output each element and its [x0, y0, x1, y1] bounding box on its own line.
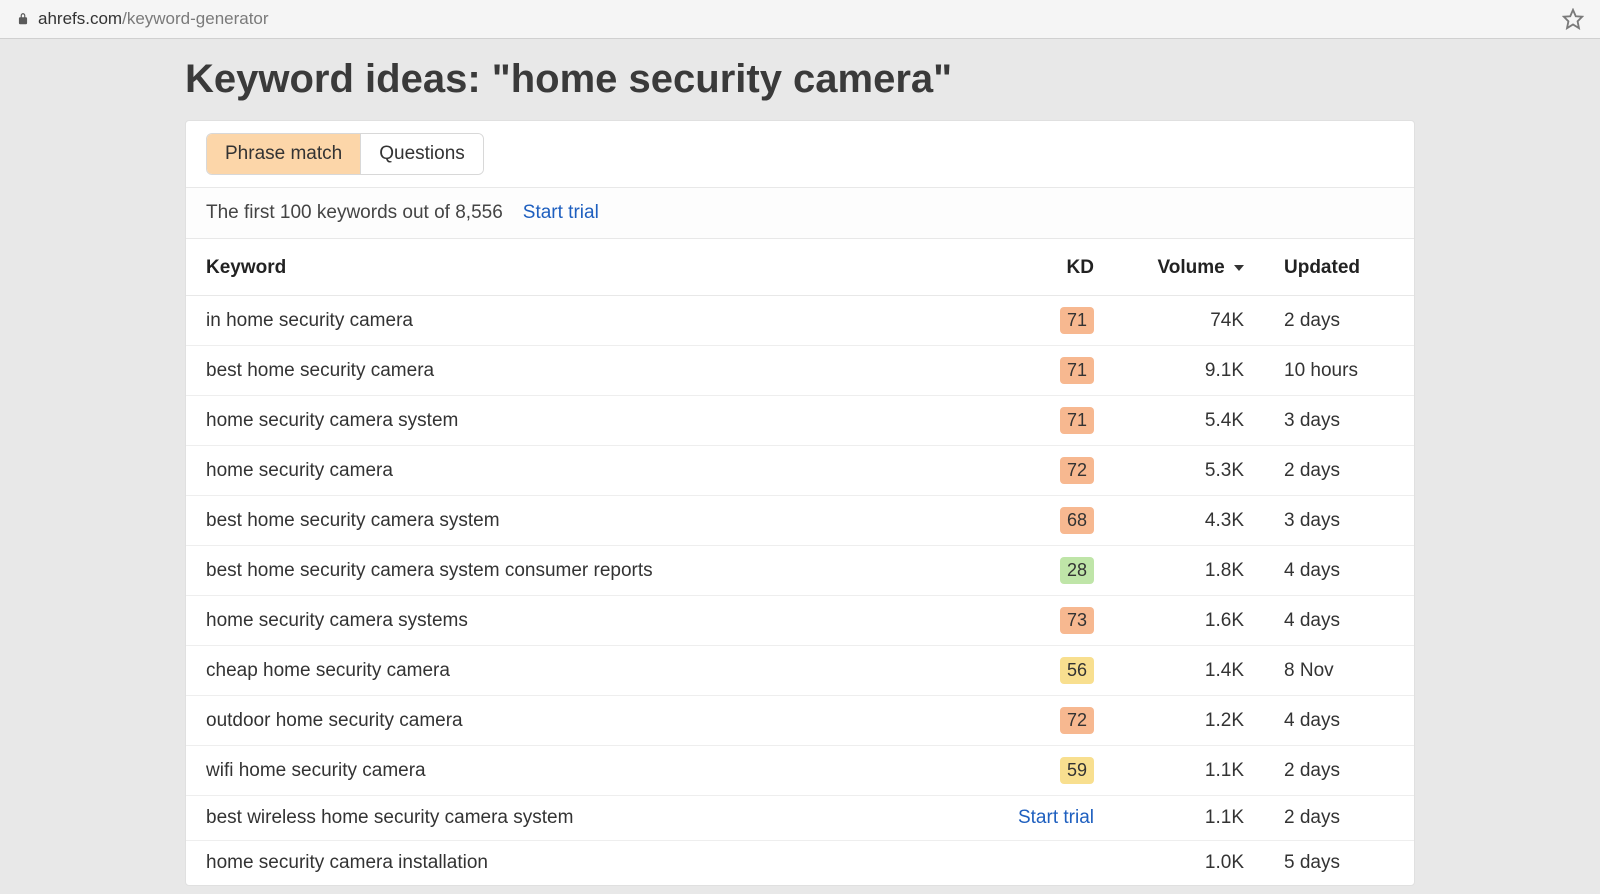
kd-cell: 59: [974, 746, 1114, 796]
col-kd[interactable]: KD: [974, 239, 1114, 296]
kd-cell: 71: [974, 296, 1114, 346]
keyword-cell[interactable]: wifi home security camera: [186, 746, 974, 796]
keyword-cell[interactable]: home security camera: [186, 446, 974, 496]
kd-cell: 73: [974, 596, 1114, 646]
kd-cell: 68: [974, 496, 1114, 546]
volume-cell: 1.2K: [1114, 696, 1264, 746]
kd-badge: 71: [1060, 307, 1094, 334]
kd-badge: 68: [1060, 507, 1094, 534]
keyword-cell[interactable]: in home security camera: [186, 296, 974, 346]
tabs-row: Phrase match Questions: [186, 121, 1414, 187]
url-display: ahrefs.com/keyword-generator: [16, 9, 269, 29]
table-row: best wireless home security camera syste…: [186, 796, 1414, 841]
volume-cell: 4.3K: [1114, 496, 1264, 546]
table-row: best home security camera 71 9.1K10 hours: [186, 346, 1414, 396]
tab-questions[interactable]: Questions: [360, 134, 483, 174]
table-row: wifi home security camera 59 1.1K2 days: [186, 746, 1414, 796]
start-trial-link[interactable]: Start trial: [523, 202, 599, 224]
col-volume-label: Volume: [1158, 257, 1225, 278]
table-row: outdoor home security camera 72 1.2K4 days: [186, 696, 1414, 746]
volume-cell: 1.1K: [1114, 746, 1264, 796]
summary-row: The first 100 keywords out of 8,556 Star…: [186, 187, 1414, 239]
keyword-cell[interactable]: home security camera installation: [186, 841, 974, 886]
col-keyword[interactable]: Keyword: [186, 239, 974, 296]
kd-badge: 56: [1060, 657, 1094, 684]
volume-cell: 9.1K: [1114, 346, 1264, 396]
table-row: home security camera 72 5.3K2 days: [186, 446, 1414, 496]
keyword-cell[interactable]: outdoor home security camera: [186, 696, 974, 746]
col-volume[interactable]: Volume: [1114, 239, 1264, 296]
kd-cell: [974, 841, 1114, 886]
keyword-text: best wireless home security camera syste…: [206, 807, 573, 829]
updated-cell: 2 days: [1264, 296, 1414, 346]
kd-badge: 71: [1060, 357, 1094, 384]
table-row: best home security camera system 68 4.3K3 …: [186, 496, 1414, 546]
col-updated[interactable]: Updated: [1264, 239, 1414, 296]
tab-phrase-match[interactable]: Phrase match: [207, 134, 360, 174]
kd-badge: 28: [1060, 557, 1094, 584]
volume-cell: 1.4K: [1114, 646, 1264, 696]
page-title: Keyword ideas: "home security camera": [185, 47, 1415, 120]
updated-cell: 2 days: [1264, 446, 1414, 496]
bookmark-star-icon[interactable]: [1562, 8, 1584, 30]
table-row: home security camera installation 1.0K5 d…: [186, 841, 1414, 886]
kd-cell: 56: [974, 646, 1114, 696]
updated-cell: 3 days: [1264, 396, 1414, 446]
keyword-cell[interactable]: best wireless home security camera syste…: [186, 796, 974, 841]
table-row: home security camera systems 73 1.6K4 days: [186, 596, 1414, 646]
volume-cell: 5.3K: [1114, 446, 1264, 496]
keyword-cell[interactable]: cheap home security camera: [186, 646, 974, 696]
volume-cell: 1.6K: [1114, 596, 1264, 646]
kd-cell: 72: [974, 446, 1114, 496]
updated-cell: 4 days: [1264, 596, 1414, 646]
volume-cell: 1.0K: [1114, 841, 1264, 886]
kd-badge: 72: [1060, 707, 1094, 734]
table-header-row: Keyword KD Volume Updated: [186, 239, 1414, 296]
table-row: best home security camera system consume…: [186, 546, 1414, 596]
updated-cell: 10 hours: [1264, 346, 1414, 396]
browser-address-bar: ahrefs.com/keyword-generator: [0, 0, 1600, 39]
kd-cell: 72: [974, 696, 1114, 746]
sort-desc-icon: [1234, 265, 1244, 271]
updated-cell: 2 days: [1264, 746, 1414, 796]
kd-cell: 71: [974, 396, 1114, 446]
table-row: cheap home security camera 56 1.4K8 Nov: [186, 646, 1414, 696]
summary-text: The first 100 keywords out of 8,556: [206, 202, 503, 224]
url-path: /keyword-generator: [122, 9, 268, 28]
url-domain: ahrefs.com: [38, 9, 122, 28]
updated-cell: 3 days: [1264, 496, 1414, 546]
updated-cell: 2 days: [1264, 796, 1414, 841]
start-trial-inline[interactable]: Start trial: [1018, 807, 1094, 828]
updated-cell: 8 Nov: [1264, 646, 1414, 696]
kd-badge: 72: [1060, 457, 1094, 484]
kd-badge: 73: [1060, 607, 1094, 634]
tab-group: Phrase match Questions: [206, 133, 484, 175]
keyword-cell[interactable]: home security camera system: [186, 396, 974, 446]
keyword-cell[interactable]: home security camera systems: [186, 596, 974, 646]
updated-cell: 4 days: [1264, 696, 1414, 746]
kd-cell: 28: [974, 546, 1114, 596]
kd-badge: 71: [1060, 407, 1094, 434]
kd-badge: 59: [1060, 757, 1094, 784]
volume-cell: 74K: [1114, 296, 1264, 346]
url-text: ahrefs.com/keyword-generator: [38, 9, 269, 29]
table-row: home security camera system 71 5.4K3 days: [186, 396, 1414, 446]
results-card: Phrase match Questions The first 100 key…: [185, 120, 1415, 886]
keyword-cell[interactable]: best home security camera: [186, 346, 974, 396]
updated-cell: 5 days: [1264, 841, 1414, 886]
keywords-table: Keyword KD Volume Updated in home securi…: [186, 239, 1414, 885]
kd-cell: Start trial: [974, 796, 1114, 841]
keyword-cell[interactable]: best home security camera system: [186, 496, 974, 546]
volume-cell: 1.8K: [1114, 546, 1264, 596]
keyword-cell[interactable]: best home security camera system consume…: [186, 546, 974, 596]
volume-cell: 5.4K: [1114, 396, 1264, 446]
lock-icon: [16, 12, 30, 26]
kd-cell: 71: [974, 346, 1114, 396]
volume-cell: 1.1K: [1114, 796, 1264, 841]
updated-cell: 4 days: [1264, 546, 1414, 596]
table-row: in home security camera 71 74K2 days: [186, 296, 1414, 346]
